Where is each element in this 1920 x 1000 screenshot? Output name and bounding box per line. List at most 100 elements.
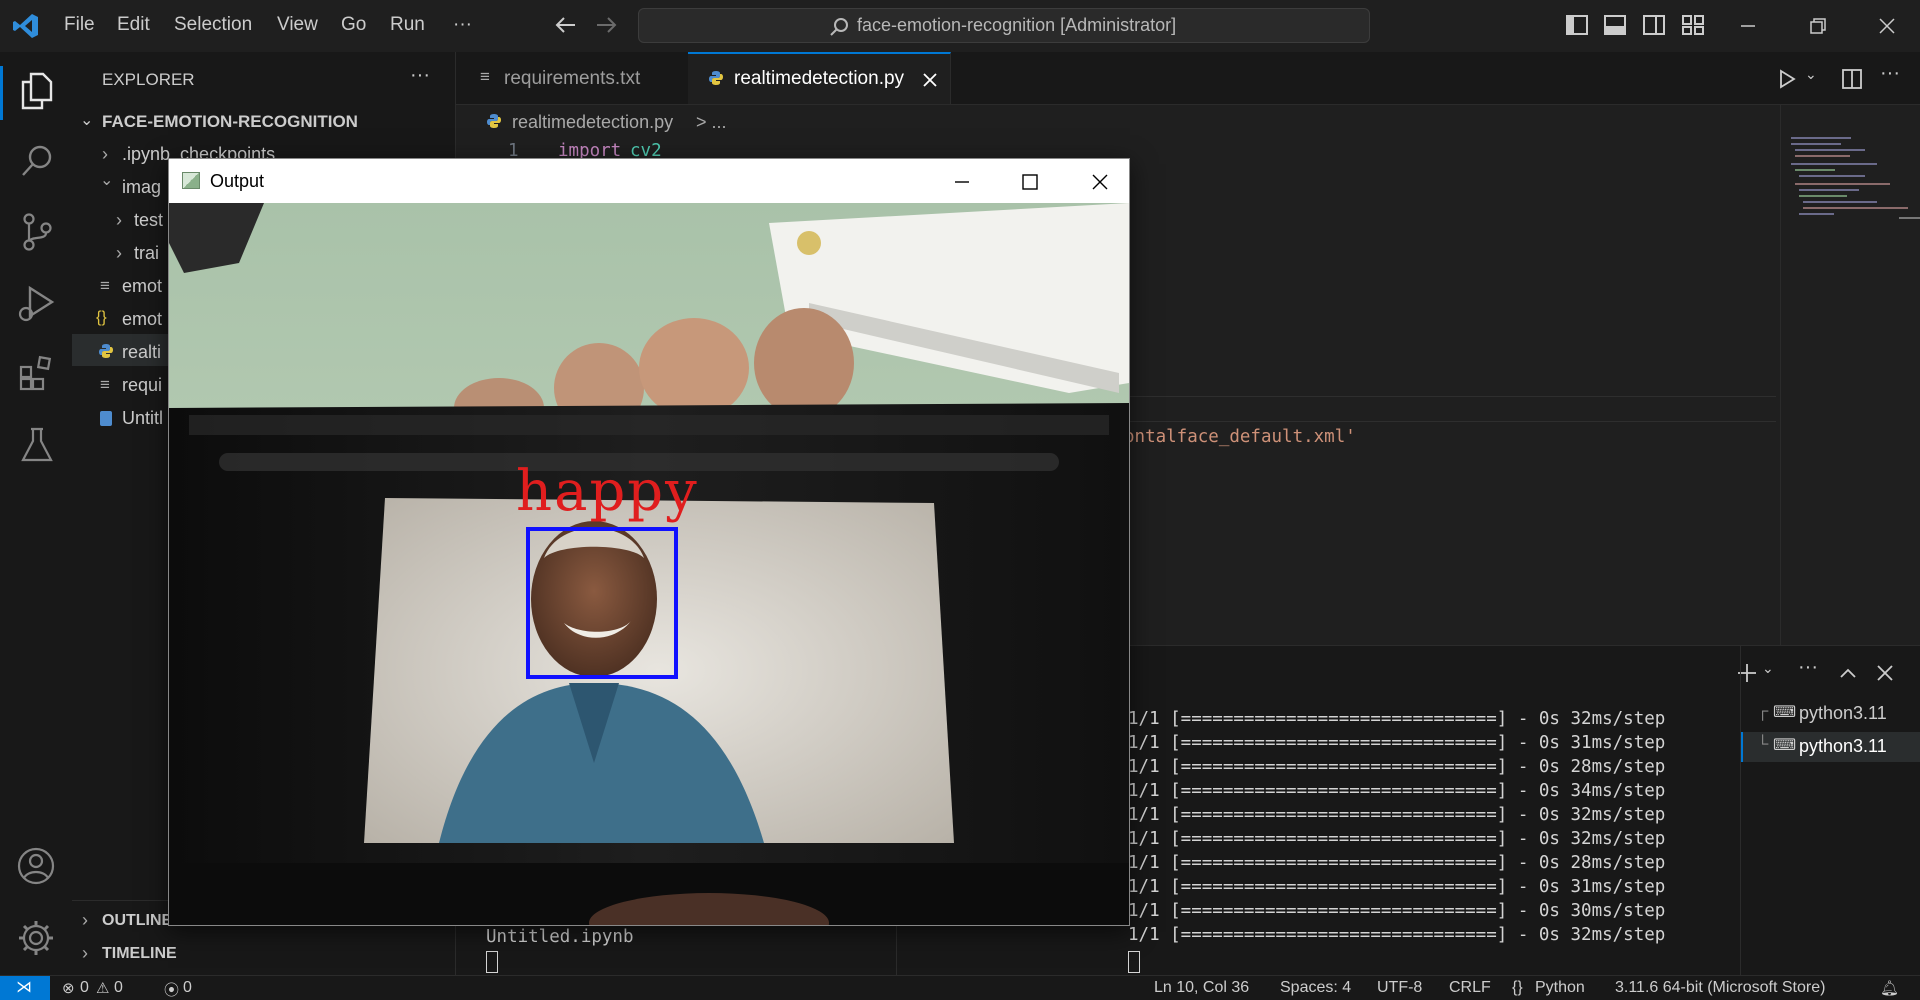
notifications-bell-icon[interactable]: 🔔︎ (1880, 979, 1899, 997)
close-tab-icon[interactable] (922, 72, 938, 88)
menu-run[interactable]: Run (390, 14, 425, 36)
timeline-section[interactable]: TIMELINE (102, 945, 177, 963)
terminal-line: 1/1 [==============================] - 0… (1128, 853, 1666, 873)
terminal-icon: ⌨ (1773, 704, 1797, 721)
minimize-icon[interactable] (953, 173, 971, 191)
menu-go[interactable]: Go (341, 14, 366, 36)
output-window-titlebar[interactable]: Output (169, 159, 1129, 203)
explorer-more-icon[interactable]: ··· (410, 64, 430, 87)
breadcrumb-rest[interactable]: > ... (696, 112, 727, 133)
menu-file[interactable]: File (64, 14, 95, 36)
menu-view[interactable]: View (277, 14, 318, 36)
remote-icon: ⋊ (16, 979, 32, 996)
warning-count[interactable]: 0 (114, 979, 123, 997)
tree-item-train[interactable]: trai (134, 243, 159, 264)
minimap[interactable] (1780, 105, 1920, 645)
terminal-line: 1/1 [==============================] - 0… (1128, 805, 1666, 825)
testing-icon[interactable] (20, 426, 54, 464)
activity-bar (0, 52, 73, 975)
tree-item-images[interactable]: imag (122, 177, 161, 198)
explorer-icon[interactable] (20, 72, 54, 110)
chevron-down-icon[interactable]: ⌄ (1805, 66, 1817, 83)
editor-tabs: ≡ requirements.txt realtimedetection.py … (456, 52, 1920, 105)
toggle-panel-icon[interactable] (1603, 14, 1627, 36)
terminal-line: 1/1 [==============================] - 0… (1128, 781, 1666, 801)
chevron-right-icon: › (102, 144, 108, 164)
emotion-label: happy (516, 459, 699, 524)
menu-edit[interactable]: Edit (117, 14, 150, 36)
tree-item-emotion-txt[interactable]: emot (122, 276, 162, 297)
minimize-icon[interactable] (1738, 16, 1758, 36)
tree-item-emotion-json[interactable]: emot (122, 309, 162, 330)
chevron-right-icon: › (82, 910, 88, 930)
close-icon[interactable] (1091, 173, 1109, 191)
python-interpreter[interactable]: 3.11.6 64-bit (Microsoft Store) (1615, 979, 1825, 997)
chevron-down-icon: ⌄ (100, 172, 114, 189)
close-panel-icon[interactable] (1876, 664, 1894, 682)
explorer-title: EXPLORER (102, 70, 195, 89)
chevron-down-icon[interactable]: ⌄ (1762, 660, 1774, 677)
more-actions-icon[interactable]: ··· (1798, 656, 1818, 679)
tab-realtimedetection[interactable]: realtimedetection.py (688, 52, 951, 104)
tree-item-test[interactable]: test (134, 210, 163, 231)
vscode-logo-icon (13, 14, 38, 38)
remote-indicator[interactable]: ⋊ (0, 976, 50, 1000)
error-icon: ⊗ (62, 980, 75, 997)
maximize-icon[interactable] (1021, 173, 1039, 191)
chevron-right-icon: › (116, 210, 122, 230)
tree-item-requirements[interactable]: requi (122, 375, 162, 396)
customize-layout-icon[interactable] (1681, 14, 1705, 36)
more-actions-icon[interactable]: ··· (1880, 62, 1900, 85)
warning-icon: ⚠ (96, 980, 110, 997)
source-control-icon[interactable] (20, 212, 54, 252)
breadcrumb-file[interactable]: realtimedetection.py (512, 112, 673, 133)
split-editor-icon[interactable] (1841, 68, 1863, 90)
terminal-line: 1/1 [==============================] - 0… (1128, 925, 1666, 945)
maximize-panel-icon[interactable] (1838, 664, 1858, 682)
menu-more[interactable]: ··· (453, 14, 472, 36)
terminal-icon: ⌨ (1773, 737, 1797, 754)
accounts-icon[interactable] (16, 846, 56, 886)
folder-root[interactable]: FACE-EMOTION-RECOGNITION (102, 112, 358, 132)
end-of-line[interactable]: CRLF (1449, 979, 1491, 997)
encoding[interactable]: UTF-8 (1377, 979, 1422, 997)
command-center[interactable]: face-emotion-recognition [Administrator] (638, 8, 1370, 43)
python-icon (99, 344, 113, 358)
indentation[interactable]: Spaces: 4 (1280, 979, 1351, 997)
forward-arrow-icon[interactable] (595, 15, 617, 35)
ports-count[interactable]: 0 (183, 979, 192, 997)
terminal-instance[interactable]: ┌ ⌨ python3.11 (1741, 699, 1920, 729)
command-center-label: face-emotion-recognition [Administrator] (857, 15, 1177, 35)
app-icon (182, 172, 200, 189)
terminal-line: 1/1 [==============================] - 0… (1128, 709, 1666, 729)
json-file-icon: {} (96, 309, 107, 326)
tab-requirements[interactable]: ≡ requirements.txt (456, 52, 689, 104)
search-icon (830, 18, 848, 36)
chevron-down-icon: ⌄ (80, 112, 94, 129)
cursor-position[interactable]: Ln 10, Col 36 (1154, 979, 1249, 997)
extensions-icon[interactable] (18, 354, 56, 392)
search-view-icon[interactable] (20, 144, 54, 178)
restore-icon[interactable] (1808, 16, 1828, 36)
close-window-icon[interactable] (1877, 16, 1897, 36)
run-file-icon[interactable] (1776, 68, 1798, 90)
run-debug-icon[interactable] (16, 284, 56, 324)
tree-item-realtimedetection[interactable]: realti (122, 342, 161, 363)
python-icon (709, 71, 723, 85)
error-count[interactable]: 0 (80, 979, 89, 997)
outline-section[interactable]: OUTLINE (102, 912, 172, 930)
terminal-instance-active[interactable]: └ ⌨ python3.11 (1741, 732, 1920, 762)
output-window[interactable]: Output happy (168, 158, 1130, 926)
language-mode[interactable]: Python (1535, 979, 1585, 997)
settings-gear-icon[interactable] (16, 918, 56, 958)
back-arrow-icon[interactable] (555, 15, 577, 35)
menu-selection[interactable]: Selection (174, 14, 252, 36)
output-window-title: Output (210, 171, 265, 191)
face-bounding-box (526, 527, 678, 679)
status-bar: ⋊ ⊗ 0 ⚠ 0 ⦿ 0 Ln 10, Col 36 Spaces: 4 UT… (0, 975, 1920, 1000)
toggle-primary-sidebar-icon[interactable] (1565, 14, 1589, 36)
toggle-secondary-sidebar-icon[interactable] (1642, 14, 1666, 36)
terminal-left-label: Untitled.ipynb (486, 927, 634, 947)
cursor (486, 951, 498, 973)
tree-item-untitled[interactable]: Untitl (122, 408, 163, 429)
